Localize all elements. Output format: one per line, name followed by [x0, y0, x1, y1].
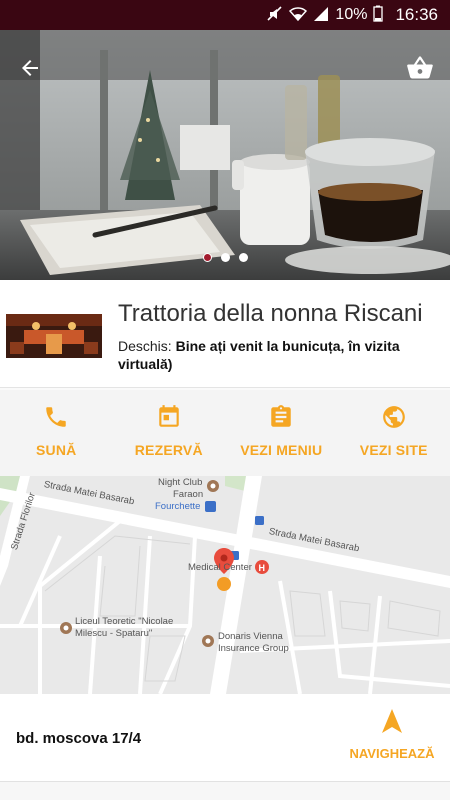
menu-button[interactable]: VEZI MENIU	[225, 390, 338, 476]
mute-icon	[267, 5, 283, 25]
restaurant-thumbnail[interactable]	[6, 286, 102, 382]
hero-gallery[interactable]	[0, 30, 450, 280]
map-label-donaris-line1: Donaris Vienna	[218, 631, 283, 642]
basket-icon	[407, 56, 433, 79]
map-label-donaris-line2: Insurance Group	[218, 643, 289, 654]
map-label-fourchette: Fourchette	[155, 501, 201, 512]
call-label: SUNĂ	[36, 442, 77, 458]
reserve-button[interactable]: REZERVĂ	[113, 390, 226, 476]
hero-photo	[0, 30, 450, 280]
pager-dot[interactable]	[220, 253, 230, 262]
map-label-night-club: Night Club	[158, 477, 203, 488]
call-button[interactable]: SUNĂ	[0, 390, 113, 476]
pager-dot[interactable]	[202, 253, 212, 262]
battery-icon	[373, 5, 384, 25]
gallery-pager	[0, 253, 450, 262]
wifi-icon	[289, 6, 308, 25]
status-bar: 10% 16:36	[0, 0, 450, 30]
phone-icon	[41, 402, 71, 432]
map-label-medical-center: Medical Center	[188, 562, 252, 573]
restaurant-info: Trattoria della nonna Riscani Deschis: B…	[0, 280, 450, 388]
navigate-label: NAVIGHEAZĂ	[349, 746, 435, 761]
calendar-icon	[154, 402, 184, 432]
navigation-arrow-icon	[382, 709, 402, 733]
basket-button[interactable]	[400, 48, 440, 88]
action-bar: SUNĂ REZERVĂ VEZI MENIU VEZI SITE	[0, 390, 450, 476]
map-canvas: H	[0, 476, 450, 694]
menu-label: VEZI MENIU	[240, 442, 323, 458]
battery-percent: 10%	[335, 6, 368, 23]
website-button[interactable]: VEZI SITE	[338, 390, 450, 476]
signal-icon	[313, 6, 329, 25]
address-text: bd. moscova 17/4	[16, 730, 142, 747]
map-label-liceul-line1: Liceul Teoretic "Nicolae	[75, 616, 174, 627]
navigate-button[interactable]: NAVIGHEAZĂ	[344, 708, 440, 761]
address-bar: bd. moscova 17/4 NAVIGHEAZĂ	[0, 694, 450, 782]
reserve-label: REZERVĂ	[134, 442, 203, 458]
pager-dot[interactable]	[238, 253, 248, 262]
location-map[interactable]: H Night Club Faraon Fourchette Strada Ma…	[0, 476, 450, 694]
open-label: Deschis:	[118, 338, 172, 354]
website-label: VEZI SITE	[359, 442, 428, 458]
clipboard-icon	[266, 402, 296, 432]
back-button[interactable]	[10, 48, 50, 88]
svg-text:H: H	[259, 563, 266, 573]
restaurant-name: Trattoria della nonna Riscani	[118, 300, 423, 327]
map-label-faraon: Faraon	[173, 489, 204, 500]
map-label-liceul-line2: Milescu - Spataru"	[75, 628, 153, 639]
clock: 16:36	[395, 5, 438, 24]
globe-icon	[379, 402, 409, 432]
opening-status: Deschis: Bine ați venit la bunicuța, în …	[118, 337, 443, 373]
bottom-spacer	[0, 782, 450, 800]
arrow-left-icon	[22, 60, 38, 76]
